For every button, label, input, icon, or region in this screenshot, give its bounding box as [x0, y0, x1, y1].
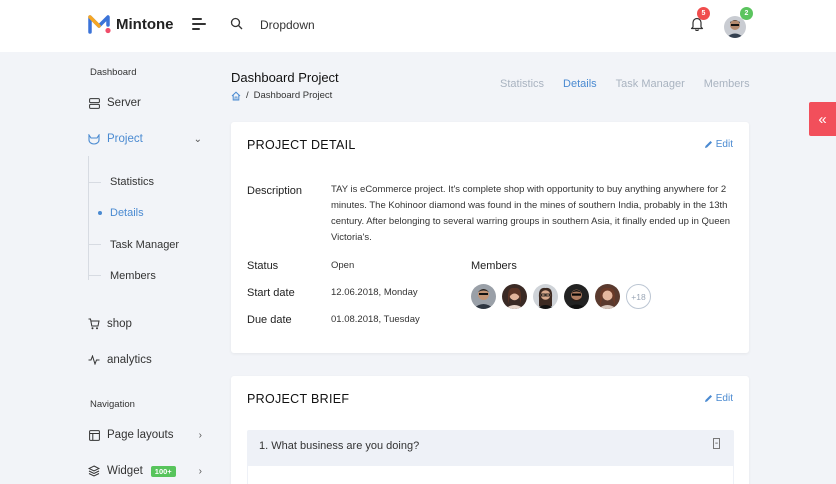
due-date-label: Due date	[247, 314, 292, 326]
due-date-value: 01.08.2018, Tuesday	[331, 314, 420, 325]
pencil-icon	[704, 141, 712, 148]
sidebar: Dashboard Server Project ⌄ Statistics De…	[0, 52, 215, 484]
tab-task-manager[interactable]: Task Manager	[616, 78, 685, 90]
more-members-button[interactable]: +18	[626, 284, 651, 309]
member-avatar[interactable]	[471, 284, 496, 309]
sidebar-subitem-details[interactable]: Details	[110, 207, 144, 219]
chevron-down-icon: ⌄	[193, 133, 202, 145]
submenu-tree-tick	[89, 275, 101, 276]
sidebar-item-analytics[interactable]: analytics	[88, 354, 206, 366]
status-value: Open	[331, 260, 355, 271]
active-dot	[98, 211, 102, 215]
breadcrumb-separator: /	[246, 90, 249, 101]
card-title: PROJECT DETAIL	[247, 138, 356, 152]
sidebar-item-label: Page layouts	[107, 429, 174, 441]
tab-statistics[interactable]: Statistics	[500, 78, 544, 90]
submenu-tree-tick	[89, 244, 101, 245]
sidebar-subitem-statistics[interactable]: Statistics	[110, 176, 154, 188]
sidebar-item-label: shop	[107, 318, 132, 330]
user-status-badge: 2	[740, 7, 753, 20]
member-avatar[interactable]	[595, 284, 620, 309]
chevron-right-icon: ›	[198, 429, 202, 441]
page-tabs: Statistics Details Task Manager Members	[500, 78, 750, 90]
edit-label: Edit	[715, 139, 733, 150]
pencil-icon	[704, 395, 712, 402]
collapse-icon[interactable]: -	[713, 438, 720, 449]
faq-answer-panel	[247, 466, 734, 484]
sidebar-subitem-task-manager[interactable]: Task Manager	[110, 239, 179, 251]
start-date-label: Start date	[247, 287, 295, 299]
edit-button[interactable]: Edit	[704, 393, 733, 404]
members-avatars: +18	[471, 284, 651, 309]
top-header: Mintone 5 2	[0, 0, 836, 52]
sidebar-item-label: analytics	[107, 354, 152, 366]
submenu-tree-tick	[89, 182, 101, 183]
edit-button[interactable]: Edit	[704, 139, 733, 150]
status-label: Status	[247, 260, 279, 272]
sidebar-item-server[interactable]: Server	[88, 97, 206, 109]
project-icon	[88, 133, 100, 145]
sidebar-section-dashboard: Dashboard	[90, 67, 137, 78]
project-brief-card: PROJECT BRIEF Edit 1. What business are …	[231, 376, 749, 484]
member-avatar[interactable]	[502, 284, 527, 309]
description-label: Description	[247, 185, 303, 197]
double-chevron-left-icon: «	[818, 110, 827, 128]
menu-toggle-icon[interactable]	[192, 18, 206, 32]
submenu-tree-line	[88, 156, 89, 280]
sidebar-item-project[interactable]: Project ⌄	[88, 133, 206, 145]
sidebar-item-label: Widget	[107, 465, 143, 477]
search-icon[interactable]	[230, 17, 243, 30]
sidebar-item-label: Project	[107, 133, 143, 145]
brand-name: Mintone	[116, 15, 174, 33]
sidebar-item-shop[interactable]: shop	[88, 318, 206, 330]
breadcrumb-current: Dashboard Project	[253, 90, 333, 101]
chevron-right-icon: ›	[198, 465, 202, 477]
sidebar-section-navigation: Navigation	[90, 399, 135, 410]
members-label: Members	[471, 260, 517, 272]
project-detail-card: PROJECT DETAIL Edit Description TAY is e…	[231, 122, 749, 353]
customizer-toggle-button[interactable]: «	[809, 102, 836, 136]
widget-count-badge: 100+	[150, 465, 176, 477]
mintone-logo-icon	[88, 15, 111, 34]
notification-count-badge: 5	[697, 7, 710, 20]
home-icon[interactable]	[231, 91, 241, 101]
tab-members[interactable]: Members	[704, 78, 750, 90]
layout-icon	[88, 429, 100, 441]
start-date-value: 12.06.2018, Monday	[331, 287, 418, 298]
activity-icon	[88, 354, 100, 366]
breadcrumb: / Dashboard Project	[231, 90, 332, 101]
brand-logo[interactable]: Mintone	[88, 14, 174, 34]
tab-details[interactable]: Details	[563, 78, 597, 90]
sidebar-subitem-members[interactable]: Members	[110, 270, 156, 282]
server-icon	[88, 97, 100, 109]
sidebar-item-page-layouts[interactable]: Page layouts ›	[88, 429, 206, 441]
edit-label: Edit	[715, 393, 733, 404]
card-title: PROJECT BRIEF	[247, 392, 350, 406]
member-avatar[interactable]	[564, 284, 589, 309]
description-text: TAY is eCommerce project. It's complete …	[331, 184, 731, 243]
layers-icon	[88, 465, 100, 477]
cart-icon	[88, 318, 100, 330]
search-input[interactable]	[260, 18, 380, 32]
page-title: Dashboard Project	[231, 70, 339, 85]
sidebar-item-widget[interactable]: Widget 100+ ›	[88, 465, 206, 477]
member-avatar[interactable]	[533, 284, 558, 309]
question-text: 1. What business are you doing?	[259, 440, 420, 452]
sidebar-item-label: Server	[107, 97, 141, 109]
